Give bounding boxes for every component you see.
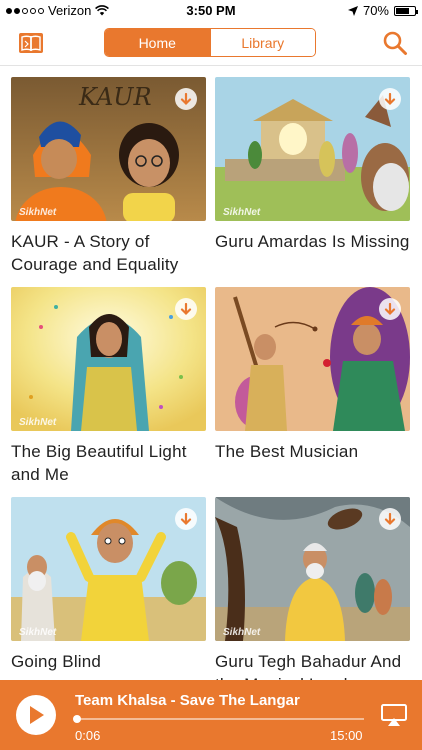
story-watermark: SikhNet — [223, 207, 261, 218]
story-title[interactable]: The Best Musician — [215, 440, 410, 463]
story-title[interactable]: The Big Beautiful Light and Me — [11, 440, 206, 486]
story-watermark: SikhNet — [223, 627, 261, 638]
story-thumbnail[interactable]: KAUR SikhNet — [11, 77, 206, 221]
tab-library[interactable]: Library — [209, 29, 315, 56]
story-title[interactable]: KAUR - A Story of Courage and Equality — [11, 230, 206, 276]
book-logo-icon[interactable] — [18, 30, 44, 56]
story-thumbnail[interactable]: SikhNet — [11, 497, 206, 641]
story-grid: KAUR SikhNet KAUR - A Story of Courage a… — [0, 66, 422, 680]
play-icon — [30, 706, 44, 724]
progress-slider[interactable] — [73, 715, 364, 723]
now-playing-title[interactable]: Team Khalsa - Save The Langar — [75, 692, 300, 709]
story-title[interactable]: Guru Tegh Bahadur And the Magical Load — [215, 650, 410, 680]
battery-percent: 70% — [362, 3, 389, 18]
download-icon[interactable] — [379, 298, 401, 320]
navigation-bar: Home Library — [0, 22, 422, 66]
story-watermark: SikhNet — [19, 417, 57, 428]
home-library-segmented-control: Home Library — [104, 28, 316, 57]
status-right: 70% — [347, 3, 418, 18]
download-icon[interactable] — [379, 508, 401, 530]
elapsed-time: 0:06 — [75, 728, 101, 743]
status-bar: Verizon 3:50 PM 70% — [0, 0, 422, 22]
location-arrow-icon — [347, 5, 358, 16]
story-thumbnail[interactable]: SikhNet — [215, 497, 410, 641]
story-card[interactable]: KAUR SikhNet KAUR - A Story of Courage a… — [11, 77, 206, 276]
download-icon[interactable] — [379, 88, 401, 110]
story-card[interactable]: The Best Musician — [215, 287, 410, 463]
story-title[interactable]: Guru Amardas Is Missing — [215, 230, 410, 253]
story-watermark: SikhNet — [19, 207, 57, 218]
total-time: 15:00 — [330, 728, 363, 743]
story-watermark: SikhNet — [19, 627, 57, 638]
download-icon[interactable] — [175, 298, 197, 320]
tab-home[interactable]: Home — [105, 29, 210, 56]
story-card[interactable]: SikhNet Guru Amardas Is Missing — [215, 77, 410, 253]
story-card[interactable]: SikhNet Going Blind — [11, 497, 206, 673]
story-card[interactable]: SikhNet The Big Beautiful Light and Me — [11, 287, 206, 486]
download-icon[interactable] — [175, 508, 197, 530]
audio-player-bar: Team Khalsa - Save The Langar 0:06 15:00 — [0, 680, 422, 750]
story-card[interactable]: SikhNet Guru Tegh Bahadur And the Magica… — [215, 497, 410, 680]
airplay-icon[interactable] — [380, 703, 408, 727]
story-title[interactable]: Going Blind — [11, 650, 206, 673]
play-button[interactable] — [16, 695, 56, 735]
story-thumbnail[interactable]: SikhNet — [11, 287, 206, 431]
story-thumbnail[interactable] — [215, 287, 410, 431]
battery-icon — [394, 5, 418, 16]
progress-knob[interactable] — [73, 715, 82, 723]
story-thumbnail[interactable]: SikhNet — [215, 77, 410, 221]
search-icon[interactable] — [382, 30, 408, 56]
svg-text:KAUR: KAUR — [78, 83, 152, 111]
download-icon[interactable] — [175, 88, 197, 110]
